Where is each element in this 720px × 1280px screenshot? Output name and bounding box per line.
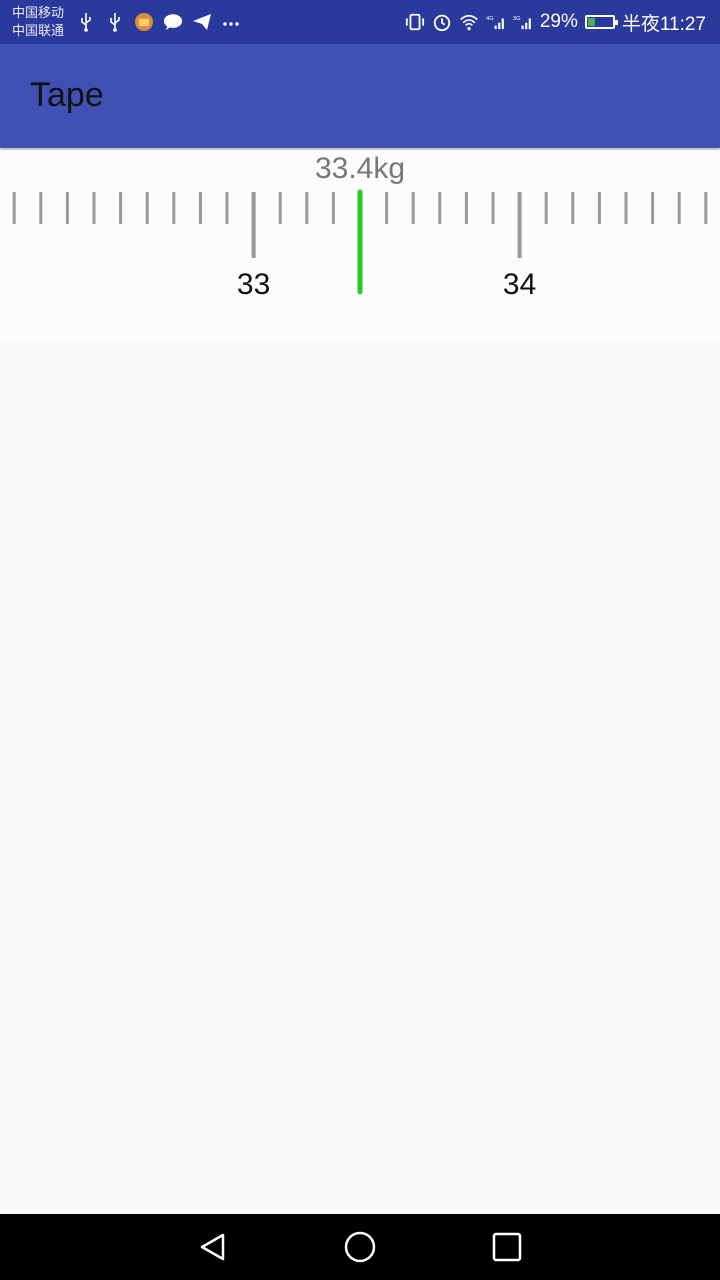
more-icon [221,11,241,33]
recents-icon[interactable] [490,1230,524,1264]
send-icon [192,11,212,33]
home-icon[interactable] [343,1230,377,1264]
tick-label: 33 [237,268,270,301]
notification-icons [76,10,241,34]
svg-text:3G: 3G [513,16,521,22]
tick-label: 34 [503,268,536,301]
navigation-bar [0,1214,720,1280]
app-title: Tape [30,76,104,114]
carrier-1: 中国移动 [12,5,65,20]
battery-icon [584,15,618,29]
usb-icon [105,11,125,33]
signal-4g-icon: 4G [486,11,506,33]
svg-text:4G: 4G [486,16,494,22]
vibrate-icon [405,11,425,33]
signal-3g-icon: 3G [513,11,533,33]
battery-level [587,18,595,26]
status-bar: 中国移动 中国联通 4G 3G 29% 半夜11:27 [0,0,720,44]
current-value-label: 33.4kg [314,152,406,185]
system-icons: 4G 3G 29% 半夜11:27 [405,8,706,36]
app-notification-icon [134,11,154,33]
clock: 半夜11:27 [621,13,706,35]
back-icon[interactable] [196,1230,230,1264]
carrier-info: 中国移动 中国联通 [12,4,64,40]
battery-percent: 29% [539,11,578,32]
screen: 中国移动 中国联通 4G 3G 29% 半夜11:27 Tape 33.4kg … [0,0,720,1280]
wifi-icon [459,11,479,33]
tape-ruler[interactable]: 33 34 [0,186,720,306]
app-bar: Tape [0,44,720,148]
alarm-icon [432,11,452,33]
content-area [0,340,720,1214]
message-icon [163,11,183,33]
carrier-2: 中国联通 [12,23,65,38]
usb-icon [76,11,96,33]
